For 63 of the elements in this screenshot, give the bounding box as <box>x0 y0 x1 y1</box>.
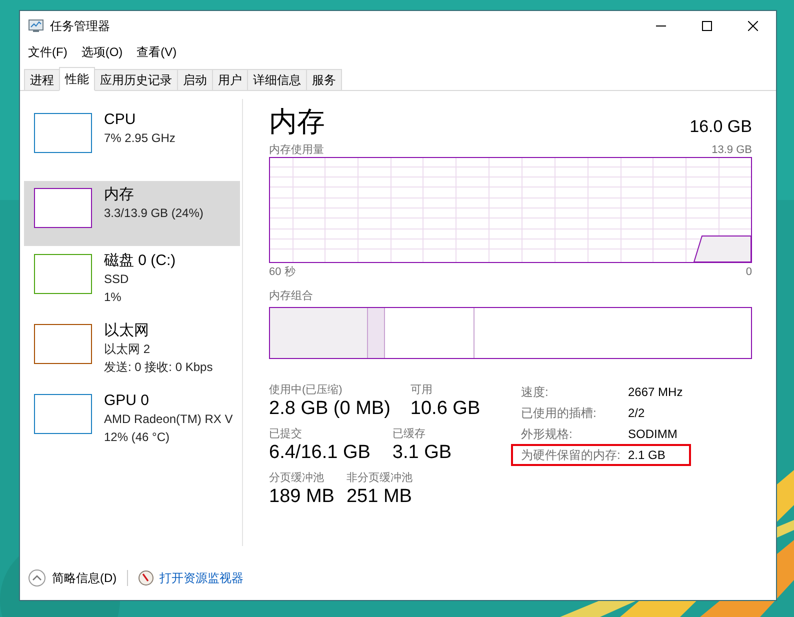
stat-value: 3.1 GB <box>392 441 452 465</box>
item-title: CPU <box>104 111 137 129</box>
sidebar-item[interactable]: 磁盘 0 (C:) SSD 1% <box>24 252 240 316</box>
item-detail: 12% (46 °C) <box>104 429 170 446</box>
sidebar-item[interactable]: 以太网 以太网 2 发送: 0 接收: 0 Kbps <box>24 322 240 386</box>
stat-value: 10.6 GB <box>410 397 480 421</box>
item-title: GPU 0 <box>104 392 150 410</box>
stat-value: 251 MB <box>346 485 412 509</box>
spec-label: 已使用的插槽: <box>520 405 598 422</box>
item-detail: 3.3/13.9 GB (24%) <box>104 205 204 222</box>
menu-item[interactable]: 查看(V) <box>136 44 177 60</box>
menu-item[interactable]: 文件(F) <box>28 44 68 60</box>
spec-value: 2667 MHz <box>628 384 684 401</box>
spec-label: 为硬件保留的内存: <box>520 447 622 464</box>
maximize-icon <box>702 21 712 31</box>
time-axis-end: 0 <box>746 265 752 279</box>
item-detail: AMD Radeon(TM) RX V <box>104 411 233 428</box>
tab[interactable]: 进程 <box>24 69 60 90</box>
tab[interactable]: 应用历史记录 <box>94 69 178 90</box>
page-title: 内存 <box>269 105 325 139</box>
item-title: 内存 <box>104 186 135 204</box>
item-title: 磁盘 0 (C:) <box>104 252 176 270</box>
close-icon <box>748 21 758 31</box>
item-detail: SSD <box>104 271 130 288</box>
item-title: 以太网 <box>104 322 150 340</box>
tab[interactable]: 详细信息 <box>247 69 307 90</box>
spec-label: 外形规格: <box>520 426 574 443</box>
spec-value: 2.1 GB <box>628 447 666 464</box>
tab[interactable]: 启动 <box>177 69 213 90</box>
stat-label: 使用中(已压缩) <box>269 383 344 397</box>
tab[interactable]: 服务 <box>306 69 342 90</box>
composition-label: 内存组合 <box>269 289 313 303</box>
item-detail: 1% <box>104 289 122 306</box>
item-detail: 以太网 2 <box>104 341 152 358</box>
menu-item[interactable]: 选项(O) <box>81 44 123 60</box>
gauge-icon <box>138 570 154 586</box>
collapse-details-button[interactable]: 简略信息(D) <box>28 569 117 587</box>
total-memory: 16.0 GB <box>690 117 752 137</box>
stat-label: 分页缓冲池 <box>269 471 325 485</box>
stat-value: 2.8 GB (0 MB) <box>269 397 390 421</box>
tab[interactable]: 性能 <box>59 67 95 91</box>
sidebar-item[interactable]: GPU 0 AMD Radeon(TM) RX V 12% (46 °C) <box>24 392 240 456</box>
stat-value: 6.4/16.1 GB <box>269 441 370 465</box>
chart-monitor-icon <box>28 19 44 33</box>
stat-label: 可用 <box>410 383 434 397</box>
sidebar-item[interactable]: 内存 3.3/13.9 GB (24%) <box>24 181 240 246</box>
item-detail: 7% 2.95 GHz <box>104 130 176 147</box>
stat-value: 189 MB <box>269 485 334 509</box>
item-detail: 发送: 0 接收: 0 Kbps <box>104 359 213 376</box>
tab[interactable]: 用户 <box>212 69 248 90</box>
stat-label: 非分页缓冲池 <box>346 471 412 485</box>
graph-max: 13.9 GB <box>712 143 752 157</box>
stat-label: 已缓存 <box>392 427 426 441</box>
sidebar-item[interactable]: CPU 7% 2.95 GHz <box>24 111 240 175</box>
stat-label: 已提交 <box>269 427 303 441</box>
spec-label: 速度: <box>520 384 550 401</box>
spec-value: SODIMM <box>628 426 678 443</box>
time-axis-start: 60 秒 <box>269 265 296 279</box>
spec-value: 2/2 <box>628 405 646 422</box>
resource-monitor-link[interactable]: 打开资源监视器 <box>160 570 244 586</box>
graph-label: 内存使用量 <box>269 143 324 157</box>
chevron-up-icon <box>28 569 46 587</box>
window-title: 任务管理器 <box>50 18 111 34</box>
